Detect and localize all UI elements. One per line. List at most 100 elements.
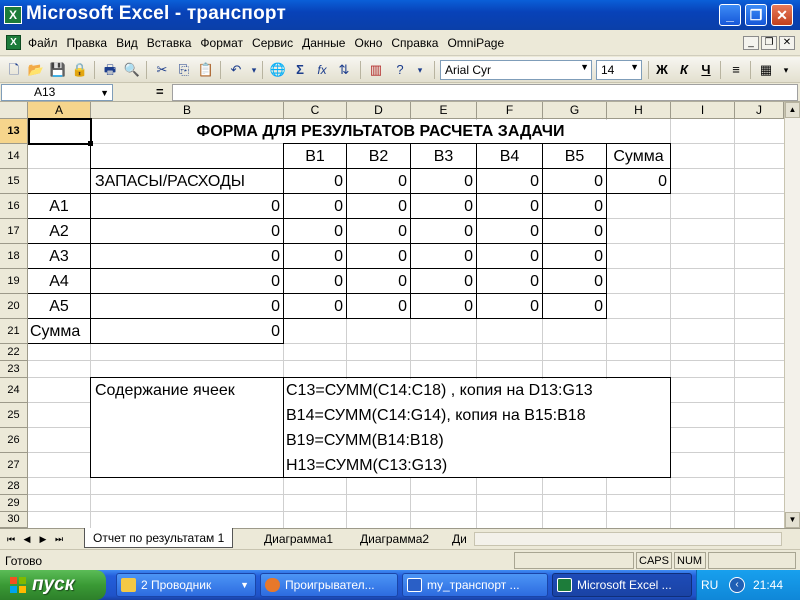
- menu-window[interactable]: Окно: [354, 36, 382, 50]
- column-header-h[interactable]: H: [607, 102, 671, 119]
- task-explorer[interactable]: 2 Проводник ▼: [116, 573, 256, 597]
- underline-button[interactable]: Ч: [696, 60, 716, 80]
- row-header-25[interactable]: 25: [0, 403, 28, 428]
- select-all-corner[interactable]: [0, 102, 28, 119]
- active-cell[interactable]: [28, 118, 92, 145]
- row-header-28[interactable]: 28: [0, 478, 28, 495]
- autosum-icon[interactable]: Σ: [290, 60, 310, 80]
- sheet-tab-chart1[interactable]: Диаграмма1: [256, 529, 342, 548]
- start-button[interactable]: пуск: [0, 570, 106, 600]
- row-header-23[interactable]: 23: [0, 361, 28, 378]
- menu-help[interactable]: Справка: [391, 36, 438, 50]
- chart-wizard-icon[interactable]: ▥: [366, 60, 386, 80]
- menu-insert[interactable]: Вставка: [147, 36, 192, 50]
- options-dropdown-icon[interactable]: ▾: [410, 60, 430, 80]
- row-header-24[interactable]: 24: [0, 378, 28, 403]
- column-header-c[interactable]: C: [284, 102, 347, 119]
- paste-icon[interactable]: 📋: [196, 60, 216, 80]
- worksheet-grid[interactable]: A B C D E F G H I J 13 14 15 16 17 18 19…: [0, 102, 784, 528]
- matrix-cell: 0: [464, 248, 473, 265]
- font-size-select[interactable]: 14 ▼: [596, 60, 642, 80]
- prev-sheet-icon[interactable]: ◀: [20, 532, 34, 546]
- task-player[interactable]: Проигрывател...: [260, 573, 398, 597]
- menu-omnipage[interactable]: OmniPage: [447, 36, 504, 50]
- task-excel[interactable]: Microsoft Excel ...: [552, 573, 692, 597]
- hyperlink-icon[interactable]: 🌐: [268, 60, 288, 80]
- menu-tools[interactable]: Сервис: [252, 36, 293, 50]
- insert-function-icon[interactable]: fx: [312, 60, 332, 80]
- name-box[interactable]: A13 ▼: [1, 84, 113, 101]
- row-header-14[interactable]: 14: [0, 144, 28, 169]
- italic-button[interactable]: К: [674, 60, 694, 80]
- print-preview-icon[interactable]: 🔍: [122, 60, 142, 80]
- permission-icon[interactable]: 🔒: [70, 60, 90, 80]
- row-header-19[interactable]: 19: [0, 269, 28, 294]
- border-line: [410, 144, 411, 318]
- doc-restore-button[interactable]: ❐: [761, 36, 777, 50]
- undo-icon[interactable]: ↶: [226, 60, 246, 80]
- column-header-i[interactable]: I: [671, 102, 735, 119]
- column-header-j[interactable]: J: [735, 102, 784, 119]
- close-button[interactable]: ✕: [771, 4, 793, 26]
- first-sheet-icon[interactable]: ⏮: [4, 532, 18, 546]
- help-icon[interactable]: ?: [390, 60, 410, 80]
- row-header-30[interactable]: 30: [0, 512, 28, 528]
- cut-icon[interactable]: ✂: [152, 60, 172, 80]
- row-header-13[interactable]: 13: [0, 119, 28, 144]
- column-header-f[interactable]: F: [477, 102, 543, 119]
- borders-dropdown-icon[interactable]: ▾: [776, 60, 796, 80]
- font-name-select[interactable]: Arial Cyr ▼: [440, 60, 592, 80]
- last-sheet-icon[interactable]: ⏭: [52, 532, 66, 546]
- scroll-down-icon[interactable]: ▼: [785, 512, 800, 528]
- save-icon[interactable]: 💾: [48, 60, 68, 80]
- maximize-button[interactable]: ❐: [745, 4, 767, 26]
- minimize-button[interactable]: _: [719, 4, 741, 26]
- workbook-icon[interactable]: X: [6, 35, 21, 50]
- sheet-tab-truncated[interactable]: Ди: [446, 529, 472, 548]
- menu-view[interactable]: Вид: [116, 36, 138, 50]
- open-icon[interactable]: 📂: [26, 60, 46, 80]
- doc-minimize-button[interactable]: _: [743, 36, 759, 50]
- sort-ascending-icon[interactable]: ⇅: [334, 60, 354, 80]
- column-header-d[interactable]: D: [347, 102, 411, 119]
- bold-button[interactable]: Ж: [652, 60, 672, 80]
- language-indicator[interactable]: RU: [701, 578, 718, 592]
- row-header-15[interactable]: 15: [0, 169, 28, 194]
- menu-edit[interactable]: Правка: [67, 36, 108, 50]
- vertical-scrollbar[interactable]: ▲ ▼: [784, 102, 800, 528]
- row-header-18[interactable]: 18: [0, 244, 28, 269]
- borders-icon[interactable]: ▦: [756, 60, 776, 80]
- copy-icon[interactable]: ⎘: [174, 60, 194, 80]
- column-header-a[interactable]: A: [28, 102, 91, 119]
- row-header-29[interactable]: 29: [0, 495, 28, 512]
- row-label-a1: A1: [49, 198, 69, 215]
- row-header-22[interactable]: 22: [0, 344, 28, 361]
- row-header-16[interactable]: 16: [0, 194, 28, 219]
- row-header-20[interactable]: 20: [0, 294, 28, 319]
- row-header-26[interactable]: 26: [0, 428, 28, 453]
- column-header-g[interactable]: G: [543, 102, 607, 119]
- next-sheet-icon[interactable]: ▶: [36, 532, 50, 546]
- clock[interactable]: 21:44: [753, 578, 783, 592]
- print-icon[interactable]: 🖶: [100, 60, 120, 80]
- formula-input[interactable]: [172, 84, 798, 101]
- menu-file[interactable]: Файл: [28, 36, 58, 50]
- menu-format[interactable]: Формат: [200, 36, 243, 50]
- undo-dropdown-icon[interactable]: ▾: [244, 60, 264, 80]
- align-left-icon[interactable]: ≡: [726, 60, 746, 80]
- scroll-up-icon[interactable]: ▲: [785, 102, 800, 118]
- tray-chevron-icon[interactable]: ‹: [729, 577, 745, 593]
- row-header-17[interactable]: 17: [0, 219, 28, 244]
- matrix-cell: 0: [398, 273, 407, 290]
- doc-close-button[interactable]: ✕: [779, 36, 795, 50]
- sheet-tab-chart2[interactable]: Диаграмма2: [352, 529, 438, 548]
- column-header-b[interactable]: B: [91, 102, 284, 119]
- horizontal-scrollbar[interactable]: [474, 532, 782, 546]
- sheet-tab-report[interactable]: Отчет по результатам 1: [84, 528, 234, 548]
- new-icon[interactable]: 🗋: [4, 60, 24, 80]
- column-header-e[interactable]: E: [411, 102, 477, 119]
- row-header-27[interactable]: 27: [0, 453, 28, 478]
- task-word-document[interactable]: my_транспорт ...: [402, 573, 548, 597]
- row-header-21[interactable]: 21: [0, 319, 28, 344]
- menu-data[interactable]: Данные: [302, 36, 345, 50]
